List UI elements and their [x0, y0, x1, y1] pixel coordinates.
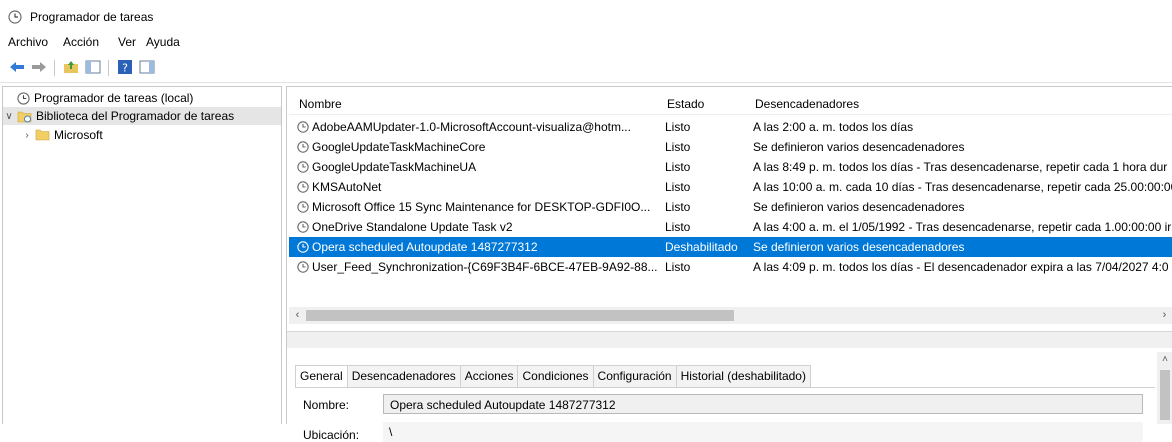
menu-archivo[interactable]: Archivo [8, 35, 48, 49]
show-hide-action-pane-icon[interactable] [138, 58, 156, 76]
scroll-up-icon[interactable]: ˄ [1157, 352, 1172, 368]
task-triggers: Se definieron varios desencadenadores [753, 200, 965, 214]
up-folder-icon[interactable] [62, 58, 80, 76]
scroll-right-icon[interactable]: › [1156, 307, 1172, 324]
tree-item-label: Microsoft [54, 128, 103, 142]
clock-icon [8, 10, 22, 27]
tab-desencadenadores[interactable]: Desencadenadores [346, 365, 461, 387]
main-pane: Nombre Estado Desencadenadores AdobeAAMU… [286, 86, 1172, 442]
tab-acciones[interactable]: Acciones [459, 365, 519, 387]
task-state: Listo [665, 120, 691, 134]
tree-item-label: Programador de tareas (local) [34, 91, 194, 105]
column-header-triggers[interactable]: Desencadenadores [755, 93, 859, 115]
table-row[interactable]: Opera scheduled Autoupdate 1487277312 Des… [289, 237, 1172, 257]
task-triggers: A las 2:00 a. m. todos los días [753, 120, 914, 134]
scroll-left-icon[interactable]: ‹ [289, 307, 306, 324]
table-row[interactable]: AdobeAAMUpdater-1.0-MicrosoftAccount-vis… [289, 117, 1172, 137]
task-name: GoogleUpdateTaskMachineUA [312, 160, 477, 174]
toolbar-separator [54, 60, 55, 76]
task-triggers: A las 4:00 a. m. el 1/05/1992 - Tras des… [753, 220, 1172, 234]
task-triggers: Se definieron varios desencadenadores [753, 240, 965, 254]
task-list: Nombre Estado Desencadenadores AdobeAAMU… [289, 87, 1172, 332]
folder-clock-icon [17, 110, 32, 123]
back-icon[interactable] [8, 58, 26, 76]
task-clock-icon [297, 161, 309, 173]
tree-item-root[interactable]: Programador de tareas (local) [3, 89, 281, 107]
table-row[interactable]: KMSAutoNet Listo A las 10:00 a. m. cada 10… [289, 177, 1172, 197]
table-row[interactable]: GoogleUpdateTaskMachineUA Listo A las 8:49… [289, 157, 1172, 177]
task-state: Listo [665, 160, 691, 174]
details-tabs: General Desencadenadores Acciones Condic… [295, 365, 811, 388]
task-state: Deshabilitado [665, 240, 738, 254]
task-clock-icon [297, 181, 309, 193]
chevron-down-icon[interactable]: ∨ [3, 111, 15, 122]
navigation-tree: Programador de tareas (local) ∨ Bibliote… [2, 86, 282, 424]
task-state: Listo [665, 200, 691, 214]
task-clock-icon [297, 241, 309, 253]
task-triggers: A las 4:09 p. m. todos los días - El des… [753, 260, 1169, 274]
location-label: Ubicación: [303, 428, 360, 442]
name-label: Nombre: [303, 398, 350, 412]
svg-text:?: ? [122, 62, 128, 75]
general-panel: Nombre: Opera scheduled Autoupdate 14872… [295, 387, 1155, 442]
toolbar: ? [0, 54, 1172, 83]
title-bar: Programador de tareas [0, 0, 1172, 32]
tree-item-label: Biblioteca del Programador de tareas [36, 109, 235, 123]
tab-historial[interactable]: Historial (deshabilitado) [675, 365, 811, 387]
menu-ayuda[interactable]: Ayuda [146, 35, 180, 49]
task-clock-icon [297, 261, 309, 273]
task-state: Listo [665, 180, 691, 194]
task-clock-icon [297, 221, 309, 233]
window-title: Programador de tareas [30, 10, 154, 24]
task-state: Listo [665, 260, 691, 274]
tree-item-microsoft[interactable]: › Microsoft [3, 126, 281, 144]
task-name: KMSAutoNet [312, 180, 382, 194]
column-header-state[interactable]: Estado [667, 93, 704, 115]
folder-icon [35, 129, 50, 141]
toolbar-separator [108, 60, 109, 76]
task-clock-icon [297, 121, 309, 133]
vertical-scrollbar[interactable]: ˄ [1157, 352, 1172, 424]
table-row[interactable]: Microsoft Office 15 Sync Maintenance for… [289, 197, 1172, 217]
chevron-right-icon[interactable]: › [21, 130, 33, 141]
task-name: User_Feed_Synchronization-{C69F3B4F-6BCE… [312, 260, 658, 274]
menu-accion[interactable]: Acción [63, 35, 99, 49]
table-row[interactable]: User_Feed_Synchronization-{C69F3B4F-6BCE… [289, 257, 1172, 277]
scrollbar-thumb[interactable] [306, 310, 734, 321]
task-clock-icon [297, 201, 309, 213]
tab-general[interactable]: General [295, 365, 348, 388]
help-icon[interactable]: ? [116, 58, 134, 76]
task-state: Listo [665, 220, 691, 234]
task-triggers: A las 8:49 p. m. todos los días - Tras d… [753, 160, 1168, 174]
tab-condiciones[interactable]: Condiciones [517, 365, 594, 387]
task-name: AdobeAAMUpdater-1.0-MicrosoftAccount-vis… [312, 120, 631, 134]
tab-configuracion[interactable]: Configuración [592, 365, 677, 387]
menu-bar: Archivo Acción Ver Ayuda [0, 32, 1172, 52]
task-name: Microsoft Office 15 Sync Maintenance for… [312, 200, 651, 214]
task-clock-icon [297, 141, 309, 153]
horizontal-scrollbar[interactable]: ‹ › [289, 307, 1172, 324]
table-row[interactable]: OneDrive Standalone Update Task v2 Listo A… [289, 217, 1172, 237]
task-name: OneDrive Standalone Update Task v2 [312, 220, 513, 234]
forward-icon[interactable] [30, 58, 48, 76]
location-field[interactable]: \ [383, 422, 1143, 442]
task-triggers: Se definieron varios desencadenadores [753, 140, 965, 154]
task-name: GoogleUpdateTaskMachineCore [312, 140, 486, 154]
task-triggers: A las 10:00 a. m. cada 10 días - Tras de… [753, 180, 1172, 194]
scrollbar-thumb[interactable] [1160, 370, 1170, 420]
tree-item-library[interactable]: ∨ Biblioteca del Programador de tareas [3, 107, 281, 125]
task-name: Opera scheduled Autoupdate 1487277312 [312, 240, 538, 254]
column-header-name[interactable]: Nombre [299, 93, 342, 115]
name-field[interactable]: Opera scheduled Autoupdate 1487277312 [383, 394, 1143, 414]
clock-icon [17, 91, 30, 105]
table-row[interactable]: GoogleUpdateTaskMachineCore Listo Se defin… [289, 137, 1172, 157]
menu-ver[interactable]: Ver [118, 35, 136, 49]
task-state: Listo [665, 140, 691, 154]
show-hide-tree-icon[interactable] [84, 58, 102, 76]
pane-divider[interactable] [287, 331, 1172, 348]
